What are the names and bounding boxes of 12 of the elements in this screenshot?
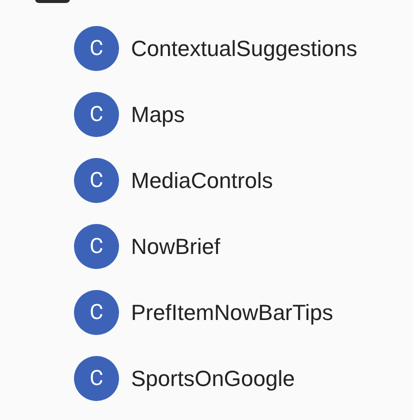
letter-avatar-icon: C <box>74 290 119 335</box>
item-label[interactable]: NowBrief <box>131 234 220 260</box>
letter-avatar-icon: C <box>74 356 119 401</box>
letter-avatar-icon: C <box>74 26 119 71</box>
item-label[interactable]: PrefItemNowBarTips <box>131 300 334 326</box>
item-label[interactable]: Maps <box>131 102 185 128</box>
letter-avatar-icon: C <box>74 158 119 203</box>
item-label[interactable]: MediaControls <box>131 168 273 194</box>
item-label[interactable]: SportsOnGoogle <box>131 366 295 392</box>
item-label[interactable]: ContextualSuggestions <box>131 36 358 62</box>
letter-avatar-icon: C <box>74 224 119 269</box>
letter-avatar-icon: C <box>74 92 119 137</box>
